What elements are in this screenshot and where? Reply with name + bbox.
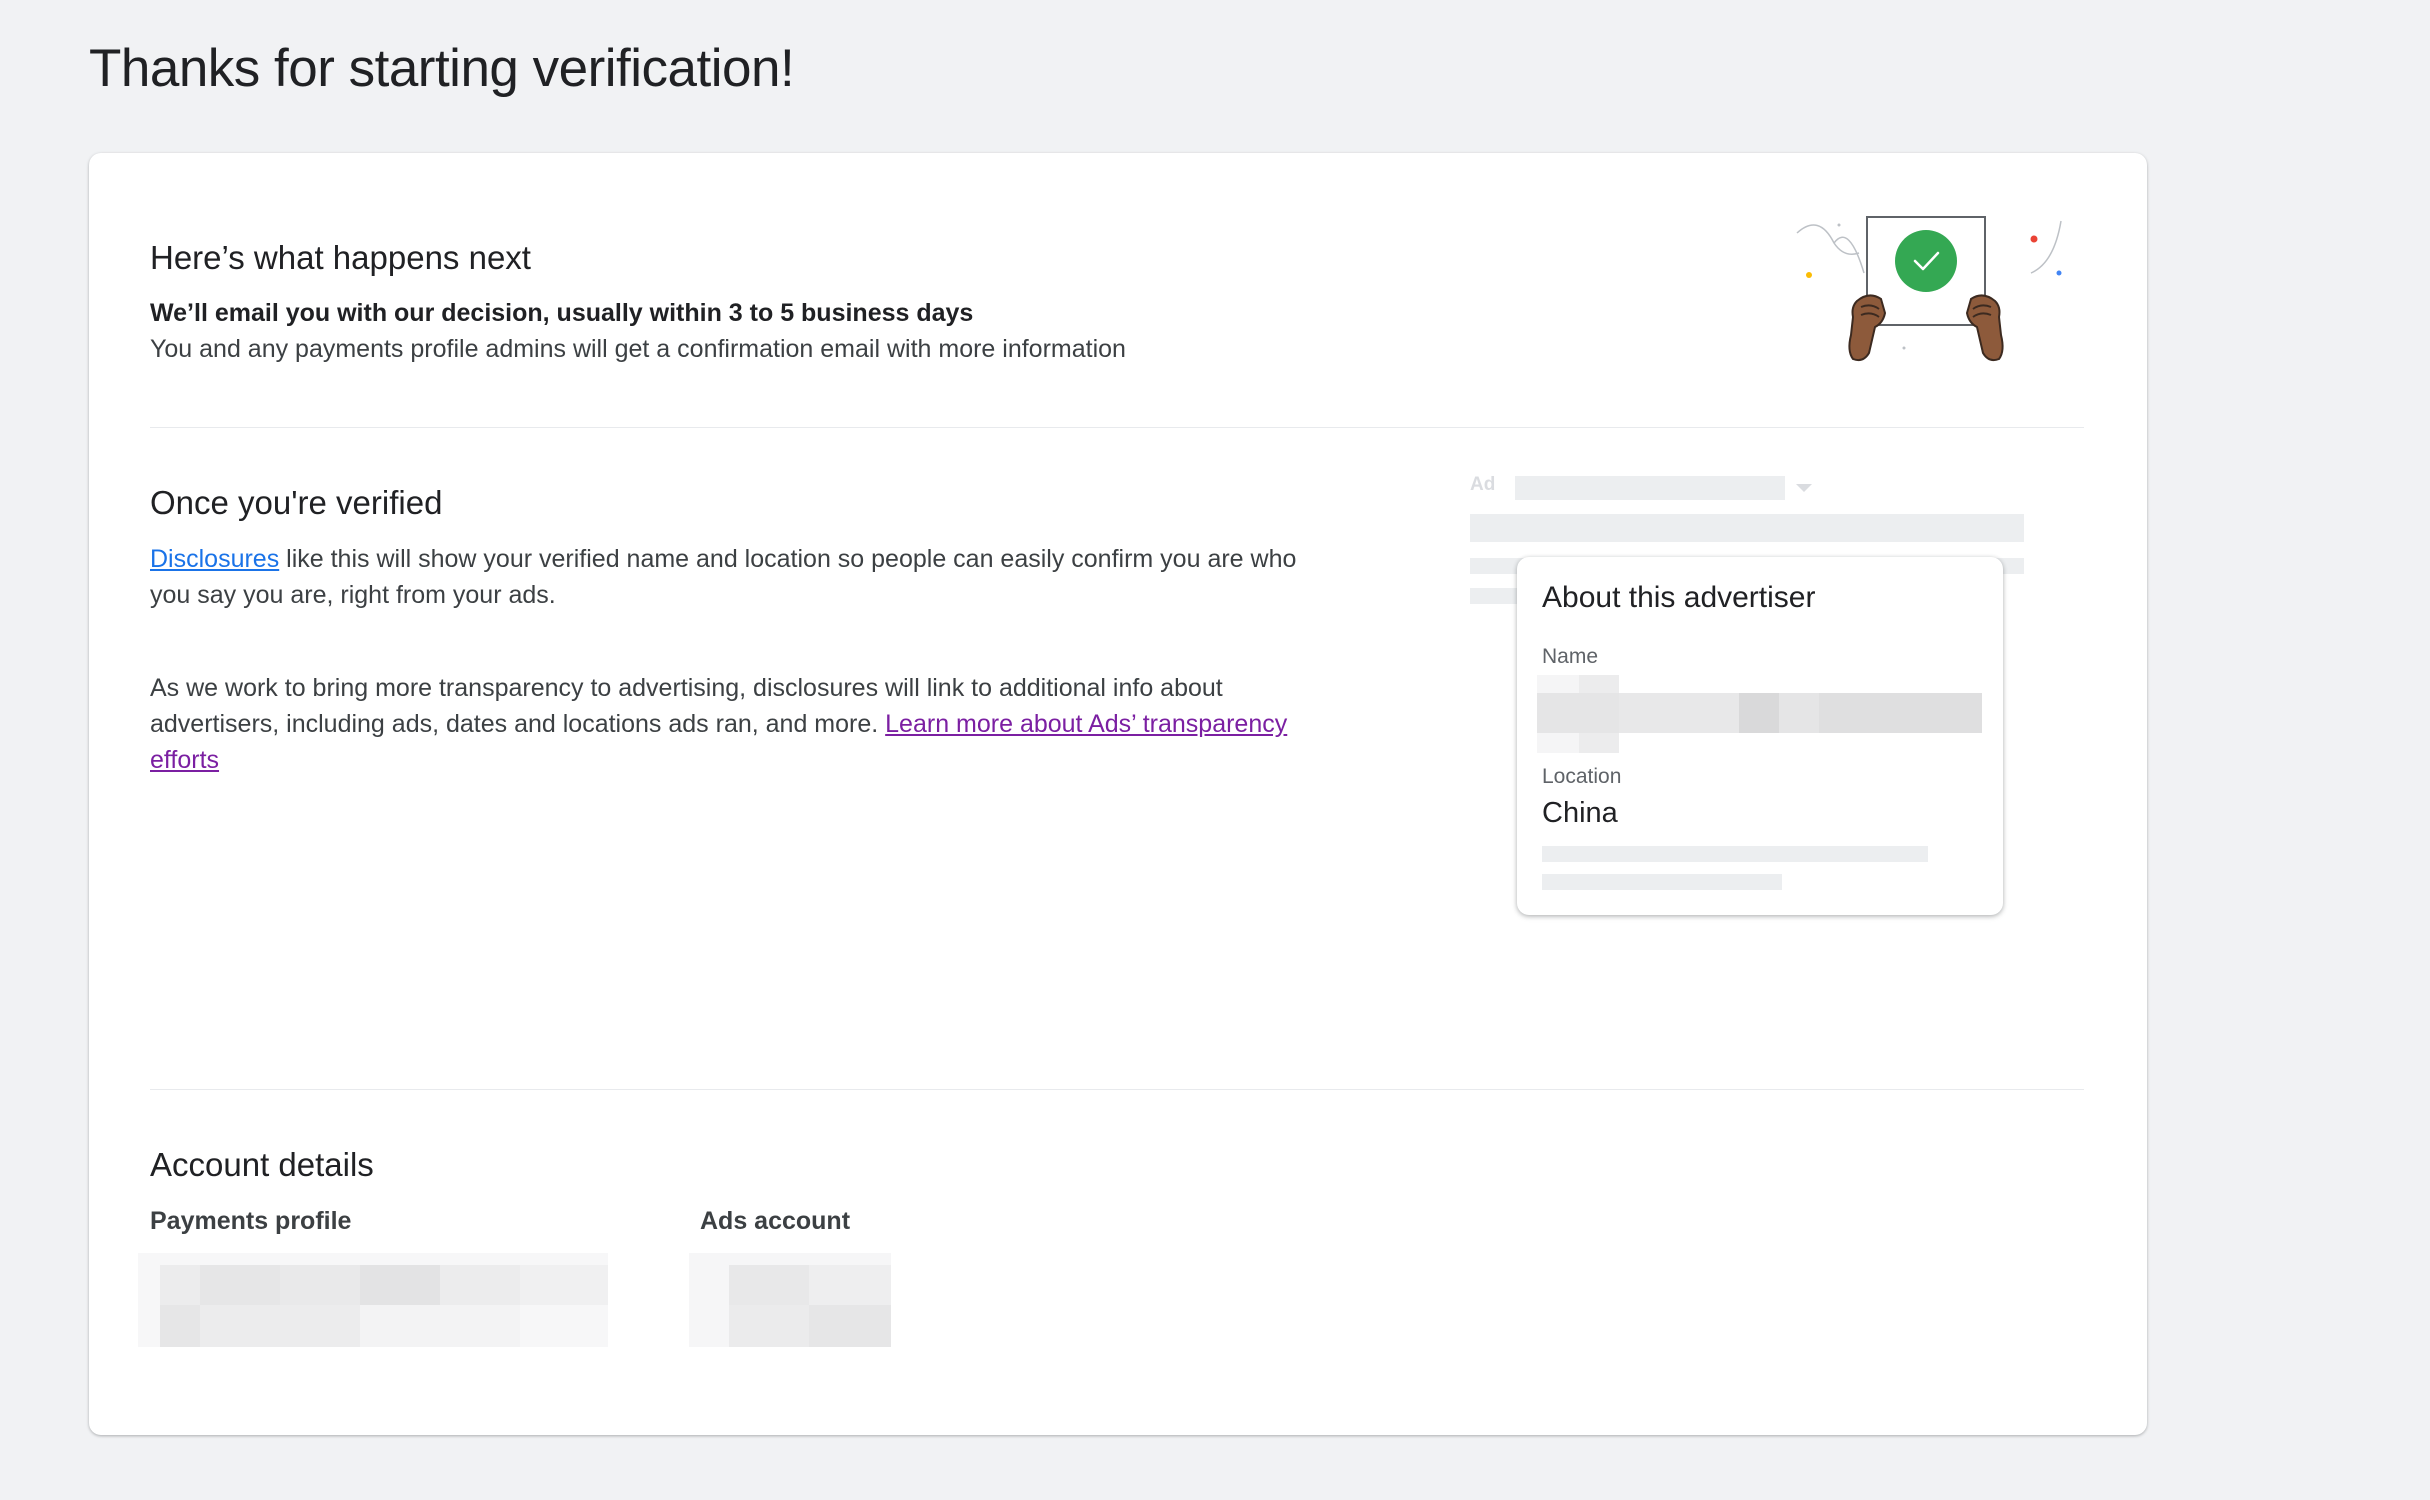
ads-account-value-redacted [689,1253,891,1347]
ad-headline-placeholder [1515,476,1785,500]
about-advertiser-title: About this advertiser [1542,581,1816,614]
decision-timing-text: We’ll email you with our decision, usual… [150,299,974,327]
payments-profile-label: Payments profile [150,1207,352,1235]
disclosures-link[interactable]: Disclosures [150,545,279,573]
advertiser-location-label: Location [1542,765,1622,788]
ads-account-label: Ads account [700,1207,851,1235]
confirmation-email-text: You and any payments profile admins will… [150,335,1126,363]
payments-profile-value-redacted [138,1253,608,1347]
advertiser-info-placeholder [1542,846,1928,862]
verified-document-illustration [1796,216,2062,362]
check-circle-icon [1895,230,1957,292]
disclosures-description: like this will show your verified name a… [150,545,1297,609]
section-divider [150,1089,2084,1090]
dropdown-caret-icon [1796,484,1812,492]
about-advertiser-card: About this advertiser Name Location Chin… [1517,557,2003,915]
section-divider [150,427,2084,428]
advertiser-name-label: Name [1542,645,1599,668]
advertiser-info-placeholder [1542,874,1782,890]
next-steps-heading: Here’s what happens next [150,239,531,276]
advertiser-location-value: China [1542,797,1618,829]
disclosures-paragraph: Disclosures like this will show your ver… [150,541,1330,613]
transparency-paragraph: As we work to bring more transparency to… [150,670,1340,778]
ad-line-placeholder [1470,514,2024,542]
once-verified-heading: Once you're verified [150,484,443,521]
account-details-heading: Account details [150,1146,374,1183]
page-title: Thanks for starting verification! [89,39,795,98]
ad-label: Ad [1470,474,1496,495]
advertiser-name-redacted [1537,675,1982,753]
